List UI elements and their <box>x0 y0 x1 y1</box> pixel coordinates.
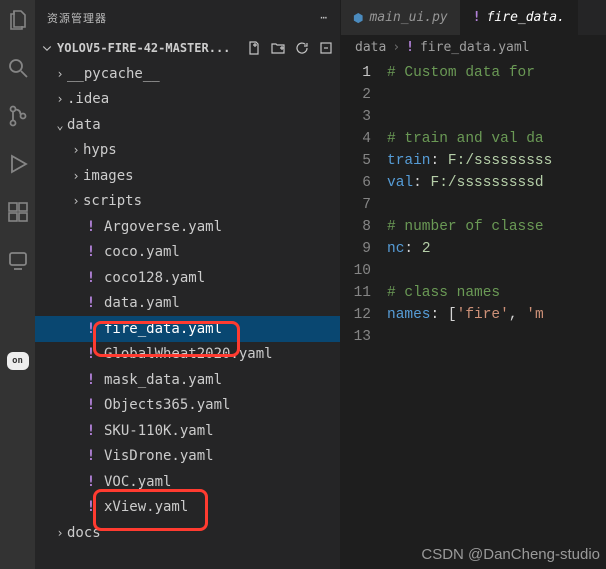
collapse-icon[interactable] <box>318 40 334 56</box>
yaml-icon: ! <box>83 219 99 235</box>
yaml-icon: ! <box>83 499 99 515</box>
activity-bar: on <box>0 0 35 569</box>
yaml-icon: ! <box>83 397 99 413</box>
sidebar-title-label: 资源管理器 <box>47 10 107 26</box>
tab-label: main_ui.py <box>369 10 447 25</box>
refresh-icon[interactable] <box>294 40 310 56</box>
folder-header[interactable]: YOLOV5-FIRE-42-MASTER... <box>35 35 340 61</box>
chevron-right-icon: › <box>69 143 83 157</box>
sidebar-title: 资源管理器 ⋯ <box>35 0 340 35</box>
search-icon[interactable] <box>6 56 30 80</box>
editor-area: ⬢ main_ui.py ! fire_data. data › ! fire_… <box>340 0 606 569</box>
python-icon: ⬢ <box>353 11 363 25</box>
chevron-right-icon: › <box>53 67 67 81</box>
tab-label: fire_data. <box>487 10 565 25</box>
chevron-right-icon: › <box>53 526 67 540</box>
tree-file-maskdata[interactable]: !mask_data.yaml <box>35 367 340 393</box>
yaml-icon: ! <box>83 346 99 362</box>
sidebar-explorer: 资源管理器 ⋯ YOLOV5-FIRE-42-MASTER... ›__pyca… <box>35 0 340 569</box>
tree-folder-idea[interactable]: ›.idea <box>35 87 340 113</box>
breadcrumb-segment[interactable]: fire_data.yaml <box>420 40 530 55</box>
tree-file-argoverse[interactable]: !Argoverse.yaml <box>35 214 340 240</box>
watermark: CSDN @DanCheng-studio <box>421 546 600 563</box>
extensions-icon[interactable] <box>6 200 30 224</box>
yaml-icon: ! <box>83 295 99 311</box>
breadcrumb-segment[interactable]: data <box>355 40 386 55</box>
yaml-icon: ! <box>83 244 99 260</box>
tree-file-fire-data[interactable]: !fire_data.yaml <box>35 316 340 342</box>
yaml-icon: ! <box>83 372 99 388</box>
yaml-icon: ! <box>473 10 481 25</box>
tab-main-ui[interactable]: ⬢ main_ui.py <box>341 0 461 35</box>
editor-tabs: ⬢ main_ui.py ! fire_data. <box>341 0 606 35</box>
chevron-right-icon: › <box>53 92 67 106</box>
tab-fire-data[interactable]: ! fire_data. <box>461 0 578 35</box>
tree-folder-data[interactable]: ⌄data <box>35 112 340 138</box>
tree-file-globalwheat[interactable]: !GlobalWheat2020.yaml <box>35 342 340 368</box>
tree-folder-docs[interactable]: ›docs <box>35 520 340 546</box>
new-file-icon[interactable] <box>246 40 262 56</box>
more-icon[interactable]: on <box>7 352 29 370</box>
file-tree[interactable]: ›__pycache__ ›.idea ⌄data ›hyps ›images … <box>35 61 340 569</box>
breadcrumb[interactable]: data › ! fire_data.yaml <box>341 35 606 59</box>
chevron-right-icon: › <box>69 169 83 183</box>
tree-folder-hyps[interactable]: ›hyps <box>35 138 340 164</box>
code-editor[interactable]: 1# Custom data for 2 3 4# train and val … <box>341 59 606 569</box>
yaml-icon: ! <box>406 40 414 55</box>
new-folder-icon[interactable] <box>270 40 286 56</box>
remote-icon[interactable] <box>6 248 30 272</box>
yaml-icon: ! <box>83 474 99 490</box>
yaml-icon: ! <box>83 448 99 464</box>
tree-file-objects365[interactable]: !Objects365.yaml <box>35 393 340 419</box>
tree-folder-pycache[interactable]: ›__pycache__ <box>35 61 340 87</box>
tree-file-coco[interactable]: !coco.yaml <box>35 240 340 266</box>
more-icon[interactable]: ⋯ <box>320 11 328 24</box>
chevron-right-icon: › <box>69 194 83 208</box>
tree-folder-images[interactable]: ›images <box>35 163 340 189</box>
root-folder-label: YOLOV5-FIRE-42-MASTER... <box>57 41 242 55</box>
yaml-icon: ! <box>83 423 99 439</box>
chevron-down-icon: ⌄ <box>53 118 67 132</box>
files-icon[interactable] <box>6 8 30 32</box>
tree-file-coco128[interactable]: !coco128.yaml <box>35 265 340 291</box>
tree-folder-scripts[interactable]: ›scripts <box>35 189 340 215</box>
yaml-icon: ! <box>83 270 99 286</box>
chevron-down-icon <box>41 42 53 54</box>
tree-file-data-yaml[interactable]: !data.yaml <box>35 291 340 317</box>
yaml-icon: ! <box>83 321 99 337</box>
chevron-right-icon: › <box>392 40 400 55</box>
tree-file-xview[interactable]: !xView.yaml <box>35 495 340 521</box>
debug-icon[interactable] <box>6 152 30 176</box>
tree-file-voc[interactable]: !VOC.yaml <box>35 469 340 495</box>
tree-file-sku110k[interactable]: !SKU-110K.yaml <box>35 418 340 444</box>
source-control-icon[interactable] <box>6 104 30 128</box>
tree-file-visdrone[interactable]: !VisDrone.yaml <box>35 444 340 470</box>
